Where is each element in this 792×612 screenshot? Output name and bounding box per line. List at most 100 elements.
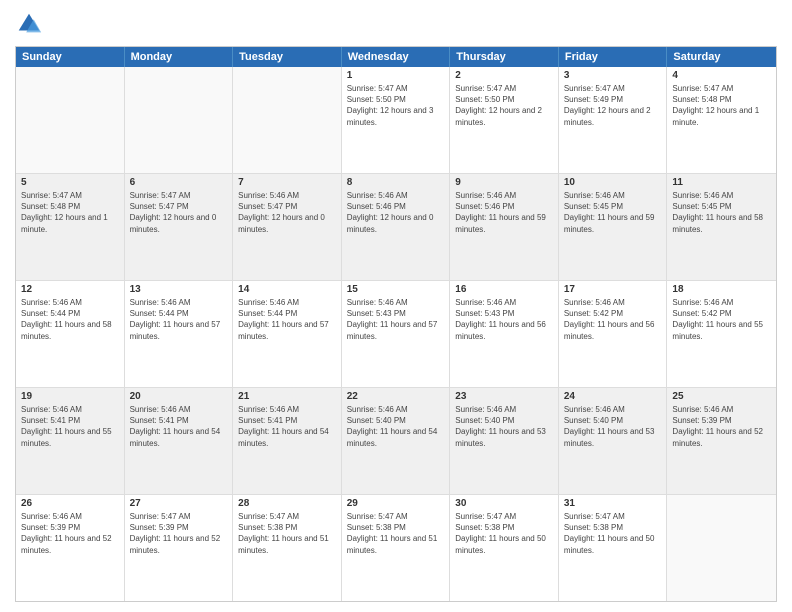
day-number: 20 xyxy=(130,391,228,402)
day-number: 14 xyxy=(238,284,336,295)
calendar-cell-3-0: 19 Sunrise: 5:46 AM Sunset: 5:41 PM Dayli… xyxy=(16,388,125,494)
cell-info: Sunrise: 5:46 AM Sunset: 5:39 PM Dayligh… xyxy=(672,404,771,449)
day-number: 25 xyxy=(672,391,771,402)
calendar-cell-0-0 xyxy=(16,67,125,173)
cell-info: Sunrise: 5:46 AM Sunset: 5:41 PM Dayligh… xyxy=(238,404,336,449)
cell-info: Sunrise: 5:46 AM Sunset: 5:42 PM Dayligh… xyxy=(672,297,771,342)
day-number: 17 xyxy=(564,284,662,295)
calendar-cell-2-4: 16 Sunrise: 5:46 AM Sunset: 5:43 PM Dayli… xyxy=(450,281,559,387)
day-number: 28 xyxy=(238,498,336,509)
day-number: 1 xyxy=(347,70,445,81)
cell-info: Sunrise: 5:46 AM Sunset: 5:44 PM Dayligh… xyxy=(130,297,228,342)
cell-info: Sunrise: 5:46 AM Sunset: 5:45 PM Dayligh… xyxy=(564,190,662,235)
calendar-cell-2-0: 12 Sunrise: 5:46 AM Sunset: 5:44 PM Dayli… xyxy=(16,281,125,387)
cell-info: Sunrise: 5:46 AM Sunset: 5:44 PM Dayligh… xyxy=(21,297,119,342)
cell-info: Sunrise: 5:47 AM Sunset: 5:39 PM Dayligh… xyxy=(130,511,228,556)
day-number: 4 xyxy=(672,70,771,81)
day-number: 7 xyxy=(238,177,336,188)
day-number: 23 xyxy=(455,391,553,402)
calendar-row-2: 12 Sunrise: 5:46 AM Sunset: 5:44 PM Dayli… xyxy=(16,281,776,388)
day-number: 21 xyxy=(238,391,336,402)
calendar-cell-1-3: 8 Sunrise: 5:46 AM Sunset: 5:46 PM Daylig… xyxy=(342,174,451,280)
calendar-cell-2-1: 13Sunrise: 5:46 AM Sunset: 5:44 PM Dayli… xyxy=(125,281,234,387)
day-number: 22 xyxy=(347,391,445,402)
day-number: 15 xyxy=(347,284,445,295)
day-number: 26 xyxy=(21,498,119,509)
page: SundayMondayTuesdayWednesdayThursdayFrid… xyxy=(0,0,792,612)
calendar: SundayMondayTuesdayWednesdayThursdayFrid… xyxy=(15,46,777,602)
cell-info: Sunrise: 5:47 AM Sunset: 5:50 PM Dayligh… xyxy=(347,83,445,128)
day-number: 19 xyxy=(21,391,119,402)
cell-info: Sunrise: 5:46 AM Sunset: 5:45 PM Dayligh… xyxy=(672,190,771,235)
calendar-cell-1-1: 6Sunrise: 5:47 AM Sunset: 5:47 PM Daylig… xyxy=(125,174,234,280)
calendar-cell-4-3: 29Sunrise: 5:47 AM Sunset: 5:38 PM Dayli… xyxy=(342,495,451,601)
day-number: 18 xyxy=(672,284,771,295)
calendar-cell-3-2: 21 Sunrise: 5:46 AM Sunset: 5:41 PM Dayli… xyxy=(233,388,342,494)
cell-info: Sunrise: 5:47 AM Sunset: 5:49 PM Dayligh… xyxy=(564,83,662,128)
cell-info: Sunrise: 5:46 AM Sunset: 5:46 PM Dayligh… xyxy=(455,190,553,235)
calendar-cell-3-4: 23 Sunrise: 5:46 AM Sunset: 5:40 PM Dayli… xyxy=(450,388,559,494)
day-number: 8 xyxy=(347,177,445,188)
calendar-cell-4-6 xyxy=(667,495,776,601)
cell-info: Sunrise: 5:46 AM Sunset: 5:43 PM Dayligh… xyxy=(347,297,445,342)
calendar-cell-4-2: 28 Sunrise: 5:47 AM Sunset: 5:38 PM Dayli… xyxy=(233,495,342,601)
day-number: 12 xyxy=(21,284,119,295)
calendar-cell-2-2: 14 Sunrise: 5:46 AM Sunset: 5:44 PM Dayli… xyxy=(233,281,342,387)
cell-info: Sunrise: 5:46 AM Sunset: 5:40 PM Dayligh… xyxy=(455,404,553,449)
day-number: 2 xyxy=(455,70,553,81)
cell-info: Sunrise: 5:47 AM Sunset: 5:38 PM Dayligh… xyxy=(564,511,662,556)
calendar-header: SundayMondayTuesdayWednesdayThursdayFrid… xyxy=(16,47,776,67)
calendar-cell-1-5: 10Sunrise: 5:46 AM Sunset: 5:45 PM Dayli… xyxy=(559,174,668,280)
cell-info: Sunrise: 5:47 AM Sunset: 5:38 PM Dayligh… xyxy=(347,511,445,556)
header xyxy=(15,10,777,38)
calendar-cell-3-3: 22 Sunrise: 5:46 AM Sunset: 5:40 PM Dayli… xyxy=(342,388,451,494)
cell-info: Sunrise: 5:46 AM Sunset: 5:44 PM Dayligh… xyxy=(238,297,336,342)
calendar-cell-0-1 xyxy=(125,67,234,173)
cell-info: Sunrise: 5:46 AM Sunset: 5:40 PM Dayligh… xyxy=(347,404,445,449)
calendar-row-4: 26 Sunrise: 5:46 AM Sunset: 5:39 PM Dayli… xyxy=(16,495,776,601)
cell-info: Sunrise: 5:46 AM Sunset: 5:46 PM Dayligh… xyxy=(347,190,445,235)
cell-info: Sunrise: 5:47 AM Sunset: 5:38 PM Dayligh… xyxy=(455,511,553,556)
calendar-cell-0-3: 1 Sunrise: 5:47 AM Sunset: 5:50 PM Daylig… xyxy=(342,67,451,173)
weekday-header-monday: Monday xyxy=(125,47,234,67)
calendar-cell-3-5: 24 Sunrise: 5:46 AM Sunset: 5:40 PM Dayli… xyxy=(559,388,668,494)
day-number: 31 xyxy=(564,498,662,509)
calendar-row-1: 5 Sunrise: 5:47 AM Sunset: 5:48 PM Daylig… xyxy=(16,174,776,281)
day-number: 6 xyxy=(130,177,228,188)
cell-info: Sunrise: 5:46 AM Sunset: 5:43 PM Dayligh… xyxy=(455,297,553,342)
weekday-header-saturday: Saturday xyxy=(667,47,776,67)
calendar-cell-1-6: 11 Sunrise: 5:46 AM Sunset: 5:45 PM Dayli… xyxy=(667,174,776,280)
weekday-header-tuesday: Tuesday xyxy=(233,47,342,67)
calendar-row-0: 1 Sunrise: 5:47 AM Sunset: 5:50 PM Daylig… xyxy=(16,67,776,174)
calendar-cell-4-0: 26 Sunrise: 5:46 AM Sunset: 5:39 PM Dayli… xyxy=(16,495,125,601)
weekday-header-thursday: Thursday xyxy=(450,47,559,67)
weekday-header-wednesday: Wednesday xyxy=(342,47,451,67)
cell-info: Sunrise: 5:46 AM Sunset: 5:40 PM Dayligh… xyxy=(564,404,662,449)
cell-info: Sunrise: 5:46 AM Sunset: 5:41 PM Dayligh… xyxy=(130,404,228,449)
day-number: 11 xyxy=(672,177,771,188)
cell-info: Sunrise: 5:46 AM Sunset: 5:39 PM Dayligh… xyxy=(21,511,119,556)
calendar-body: 1 Sunrise: 5:47 AM Sunset: 5:50 PM Daylig… xyxy=(16,67,776,601)
cell-info: Sunrise: 5:47 AM Sunset: 5:48 PM Dayligh… xyxy=(21,190,119,235)
cell-info: Sunrise: 5:47 AM Sunset: 5:50 PM Dayligh… xyxy=(455,83,553,128)
day-number: 30 xyxy=(455,498,553,509)
calendar-cell-2-6: 18 Sunrise: 5:46 AM Sunset: 5:42 PM Dayli… xyxy=(667,281,776,387)
calendar-cell-4-4: 30 Sunrise: 5:47 AM Sunset: 5:38 PM Dayli… xyxy=(450,495,559,601)
cell-info: Sunrise: 5:46 AM Sunset: 5:47 PM Dayligh… xyxy=(238,190,336,235)
calendar-cell-4-5: 31 Sunrise: 5:47 AM Sunset: 5:38 PM Dayli… xyxy=(559,495,668,601)
calendar-row-3: 19 Sunrise: 5:46 AM Sunset: 5:41 PM Dayli… xyxy=(16,388,776,495)
cell-info: Sunrise: 5:46 AM Sunset: 5:41 PM Dayligh… xyxy=(21,404,119,449)
day-number: 24 xyxy=(564,391,662,402)
weekday-header-friday: Friday xyxy=(559,47,668,67)
calendar-cell-0-4: 2 Sunrise: 5:47 AM Sunset: 5:50 PM Daylig… xyxy=(450,67,559,173)
cell-info: Sunrise: 5:47 AM Sunset: 5:38 PM Dayligh… xyxy=(238,511,336,556)
cell-info: Sunrise: 5:46 AM Sunset: 5:42 PM Dayligh… xyxy=(564,297,662,342)
day-number: 16 xyxy=(455,284,553,295)
day-number: 3 xyxy=(564,70,662,81)
logo xyxy=(15,10,47,38)
day-number: 27 xyxy=(130,498,228,509)
calendar-cell-1-0: 5 Sunrise: 5:47 AM Sunset: 5:48 PM Daylig… xyxy=(16,174,125,280)
calendar-cell-4-1: 27 Sunrise: 5:47 AM Sunset: 5:39 PM Dayli… xyxy=(125,495,234,601)
calendar-cell-3-6: 25 Sunrise: 5:46 AM Sunset: 5:39 PM Dayli… xyxy=(667,388,776,494)
day-number: 5 xyxy=(21,177,119,188)
